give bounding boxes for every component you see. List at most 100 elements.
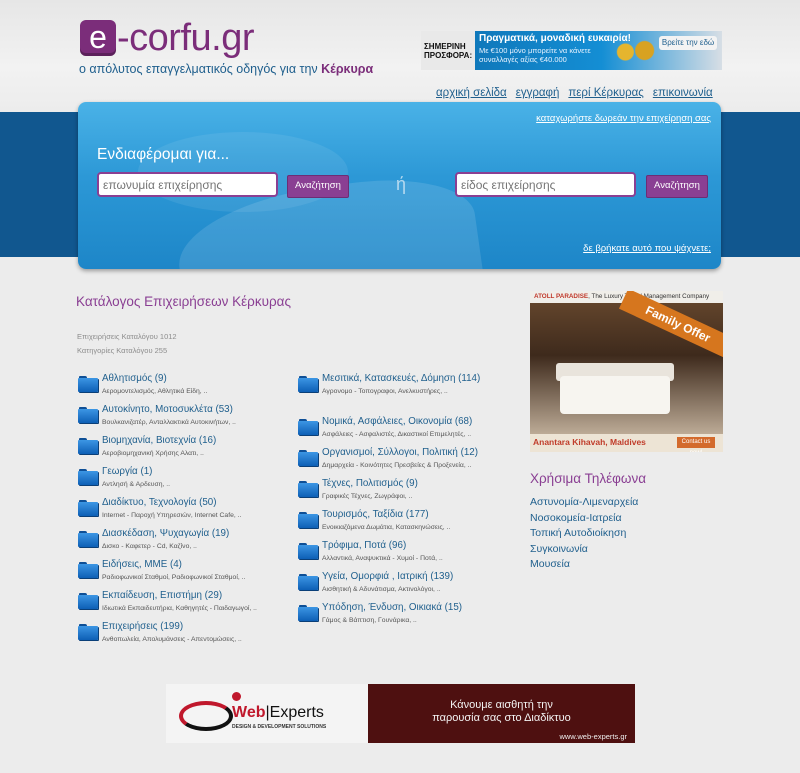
nav-home-link[interactable]: αρχική σελίδα bbox=[436, 87, 507, 99]
stat-businesses: Επιχειρήσεις Καταλόγου 1012 bbox=[77, 332, 177, 341]
category-item[interactable]: Μεσιτικά, Κατασκευές, Δόμηση (114) Αγρονο… bbox=[298, 373, 520, 416]
category-name[interactable]: Διασκέδαση, Ψυχαγωγία (19) bbox=[102, 528, 298, 540]
category-name[interactable]: Υγεία, Ομορφιά , Ιατρική (139) bbox=[322, 571, 520, 583]
catalog-title: Κατάλογος Επιχειρήσεων Κέρκυρας bbox=[76, 294, 291, 309]
search-name-button[interactable]: Αναζήτηση bbox=[287, 175, 349, 198]
category-subs[interactable]: Ιδιωτικά Εκπαιδευτήρια, Καθηγητές - Παιδ… bbox=[102, 604, 298, 613]
offer-title: Πραγματικά, μοναδική ευκαιρία! bbox=[479, 33, 631, 44]
category-name[interactable]: Διαδίκτυο, Τεχνολογία (50) bbox=[102, 497, 298, 509]
phone-link-transport[interactable]: Συγκοινωνία bbox=[530, 542, 638, 558]
category-subs[interactable]: Γάμος & Βάπτιση, Γουνάρικα, .. bbox=[322, 616, 520, 625]
nav-register-link[interactable]: εγγραφή bbox=[516, 87, 560, 99]
category-item[interactable]: Τέχνες, Πολιτισμός (9) Γραφικές Τέχνες, Ζ… bbox=[298, 478, 520, 509]
not-found-link[interactable]: δε βρήκατε αυτό που ψάχνετε; bbox=[583, 243, 711, 254]
top-offer-banner[interactable]: ΣΗΜΕΡΙΝΗ ΠΡΟΣΦΟΡΑ: Πραγματικά, μοναδική … bbox=[421, 31, 722, 70]
phone-link-police[interactable]: Αστυνομία-Λιμεναρχεία bbox=[530, 495, 638, 511]
folder-icon bbox=[78, 562, 98, 578]
category-item[interactable]: Αυτοκίνητο, Μοτοσυκλέτα (53) Βουλκανιζατέ… bbox=[78, 404, 298, 435]
category-subs[interactable]: Δημαρχεία - Κοινότητες Πρεσβείες & Προξε… bbox=[322, 461, 520, 470]
category-subs[interactable]: Αισθητική & Αδυνάτισμα, Ακτινολόγοι, .. bbox=[322, 585, 520, 594]
category-item[interactable]: Διαδίκτυο, Τεχνολογία (50) Internet - Παρ… bbox=[78, 497, 298, 528]
site-logo[interactable]: e -corfu.gr bbox=[80, 17, 254, 59]
nav-about-corfu-link[interactable]: περί Κέρκυρας bbox=[568, 87, 643, 99]
folder-icon bbox=[78, 407, 98, 423]
offer-label-line2: ΠΡΟΣΦΟΡΑ: bbox=[424, 50, 473, 60]
business-type-input[interactable] bbox=[455, 172, 636, 197]
category-subs[interactable]: Ραδιοφωνικοί Σταθμοί, Ραδιοφωνικοί Σταθμ… bbox=[102, 573, 298, 582]
category-item[interactable]: Οργανισμοί, Σύλλογοι, Πολιτική (12) Δημαρ… bbox=[298, 447, 520, 478]
web-experts-brand: Web|Experts bbox=[232, 704, 324, 721]
category-name[interactable]: Βιομηχανία, Βιοτεχνία (16) bbox=[102, 435, 298, 447]
folder-icon bbox=[298, 574, 318, 590]
category-subs[interactable]: Ενοικιαζόμενα Δωμάτια, Κατασκηνώσεις, .. bbox=[322, 523, 520, 532]
category-name[interactable]: Γεωργία (1) bbox=[102, 466, 298, 478]
folder-icon bbox=[78, 624, 98, 640]
category-subs[interactable]: Ασφάλειες - Ασφαλιστές, Δικαστικοί Επιμε… bbox=[322, 430, 520, 439]
category-subs[interactable]: Αλλαντικά, Αναψυκτικά - Χυμοί - Ποτά, .. bbox=[322, 554, 520, 563]
register-business-link[interactable]: καταχωρήστε δωρεάν την επιχείρηση σας bbox=[536, 113, 711, 124]
message-line1: Κάνουμε αισθητή την bbox=[450, 699, 553, 711]
coins-icon bbox=[611, 37, 659, 67]
web-experts-banner[interactable]: Web|Experts DESIGN & DEVELOPMENT SOLUTIO… bbox=[166, 684, 635, 743]
brand-web: Web bbox=[232, 704, 266, 721]
category-column-right: Μεσιτικά, Κατασκευές, Δόμηση (114) Αγρονο… bbox=[298, 373, 520, 633]
category-item[interactable]: Διασκέδαση, Ψυχαγωγία (19) Δισκο - Καφετε… bbox=[78, 528, 298, 559]
category-name[interactable]: Οργανισμοί, Σύλλογοι, Πολιτική (12) bbox=[322, 447, 520, 459]
category-item[interactable]: Υπόδηση, Ένδυση, Οικιακά (15) Γάμος & Βάπ… bbox=[298, 602, 520, 633]
category-item[interactable]: Αθλητισμός (9) Αερομοντελισμός, Αθλητικά … bbox=[78, 373, 298, 404]
phone-link-local-gov[interactable]: Τοπική Αυτοδιοίκηση bbox=[530, 526, 638, 542]
phone-link-hospitals[interactable]: Νοσοκομεία-Ιατρεία bbox=[530, 511, 638, 527]
folder-icon bbox=[78, 593, 98, 609]
offer-label-line1: ΣΗΜΕΡΙΝΗ bbox=[424, 41, 466, 51]
category-subs[interactable]: Ανθοπωλεία, Απολυμάνσεις - Απεντομώσεις,… bbox=[102, 635, 298, 644]
catalog-stats: Επιχειρήσεις Καταλόγου 1012 Κατηγορίες Κ… bbox=[77, 330, 177, 358]
folder-icon bbox=[78, 500, 98, 516]
offer-label: ΣΗΜΕΡΙΝΗ ΠΡΟΣΦΟΡΑ: bbox=[421, 31, 475, 70]
category-item[interactable]: Επιχειρήσεις (199) Ανθοπωλεία, Απολυμάνσε… bbox=[78, 621, 298, 652]
category-subs[interactable]: Δισκο - Καφετερ - Cd, Καζίνο, .. bbox=[102, 542, 298, 551]
folder-icon bbox=[78, 376, 98, 392]
category-name[interactable]: Υπόδηση, Ένδυση, Οικιακά (15) bbox=[322, 602, 520, 614]
search-type-button[interactable]: Αναζήτηση bbox=[646, 175, 708, 198]
category-subs[interactable]: Internet - Παροχή Υπηρεσιών, Internet Ca… bbox=[102, 511, 298, 520]
web-experts-logo-area: Web|Experts DESIGN & DEVELOPMENT SOLUTIO… bbox=[166, 684, 368, 743]
category-subs[interactable]: Αντλησή & Αρδευση, .. bbox=[102, 480, 298, 489]
category-subs[interactable]: Αεροβιομηχανική Χρήσης Αλατι, .. bbox=[102, 449, 298, 458]
category-item[interactable]: Εκπαίδευση, Επιστήμη (29) Ιδιωτικά Εκπαιδ… bbox=[78, 590, 298, 621]
logo-dot-icon bbox=[232, 692, 241, 701]
category-name[interactable]: Τουρισμός, Ταξίδια (177) bbox=[322, 509, 520, 521]
category-item[interactable]: Υγεία, Ομορφιά , Ιατρική (139) Αισθητική … bbox=[298, 571, 520, 602]
category-name[interactable]: Νομικά, Ασφάλειες, Οικονομία (68) bbox=[322, 416, 520, 428]
category-name[interactable]: Τέχνες, Πολιτισμός (9) bbox=[322, 478, 520, 490]
category-name[interactable]: Μεσιτικά, Κατασκευές, Δόμηση (114) bbox=[322, 373, 520, 385]
category-name[interactable]: Αθλητισμός (9) bbox=[102, 373, 298, 385]
site-tagline: ο απόλυτος επαγγελματικός οδηγός για την… bbox=[79, 62, 373, 76]
category-name[interactable]: Αυτοκίνητο, Μοτοσυκλέτα (53) bbox=[102, 404, 298, 416]
category-name[interactable]: Επιχειρήσεις (199) bbox=[102, 621, 298, 633]
category-name[interactable]: Ειδήσεις, ΜΜΕ (4) bbox=[102, 559, 298, 571]
web-experts-logo-icon bbox=[179, 701, 233, 731]
useful-phones-title: Χρήσιμα Τηλέφωνα bbox=[530, 471, 646, 486]
category-item[interactable]: Νομικά, Ασφάλειες, Οικονομία (68) Ασφάλει… bbox=[298, 416, 520, 447]
ad-contact-button[interactable]: Contact us now! bbox=[677, 437, 715, 452]
category-subs[interactable]: Γραφικές Τέχνες, Ζωγράφοι, .. bbox=[322, 492, 520, 501]
category-item[interactable]: Τουρισμός, Ταξίδια (177) Ενοικιαζόμενα Δω… bbox=[298, 509, 520, 540]
category-item[interactable]: Τρόφιμα, Ποτά (96) Αλλαντικά, Αναψυκτικά … bbox=[298, 540, 520, 571]
category-subs[interactable]: Αερομοντελισμός, Αθλητικά Είδη, .. bbox=[102, 387, 298, 396]
offer-cta-button[interactable]: Βρείτε την εδώ bbox=[659, 36, 717, 50]
hotel-ad-banner[interactable]: ATOLL PARADISE, The Luxury Travel Manage… bbox=[530, 291, 723, 452]
folder-icon bbox=[298, 543, 318, 559]
business-name-input[interactable] bbox=[97, 172, 278, 197]
ad-footer: Anantara Kihavah, Maldives Contact us no… bbox=[530, 434, 723, 452]
phone-link-museums[interactable]: Μουσεία bbox=[530, 557, 638, 573]
category-subs[interactable]: Αγρονομο - Τοπογραφοι, Ανελκυστήρες, .. bbox=[322, 387, 520, 396]
category-subs[interactable]: Βουλκανιζατέρ, Ανταλλακτικά Αυτοκινήτων,… bbox=[102, 418, 298, 427]
search-heading: Ενδιαφέρομαι για... bbox=[97, 146, 230, 163]
category-name[interactable]: Εκπαίδευση, Επιστήμη (29) bbox=[102, 590, 298, 602]
category-name[interactable]: Τρόφιμα, Ποτά (96) bbox=[322, 540, 520, 552]
tagline-prefix: ο απόλυτος επαγγελματικός οδηγός για την bbox=[79, 62, 322, 76]
nav-contact-link[interactable]: επικοινωνία bbox=[653, 87, 713, 99]
category-item[interactable]: Γεωργία (1) Αντλησή & Αρδευση, .. bbox=[78, 466, 298, 497]
category-item[interactable]: Βιομηχανία, Βιοτεχνία (16) Αεροβιομηχανικ… bbox=[78, 435, 298, 466]
category-item[interactable]: Ειδήσεις, ΜΜΕ (4) Ραδιοφωνικοί Σταθμοί, Ρ… bbox=[78, 559, 298, 590]
